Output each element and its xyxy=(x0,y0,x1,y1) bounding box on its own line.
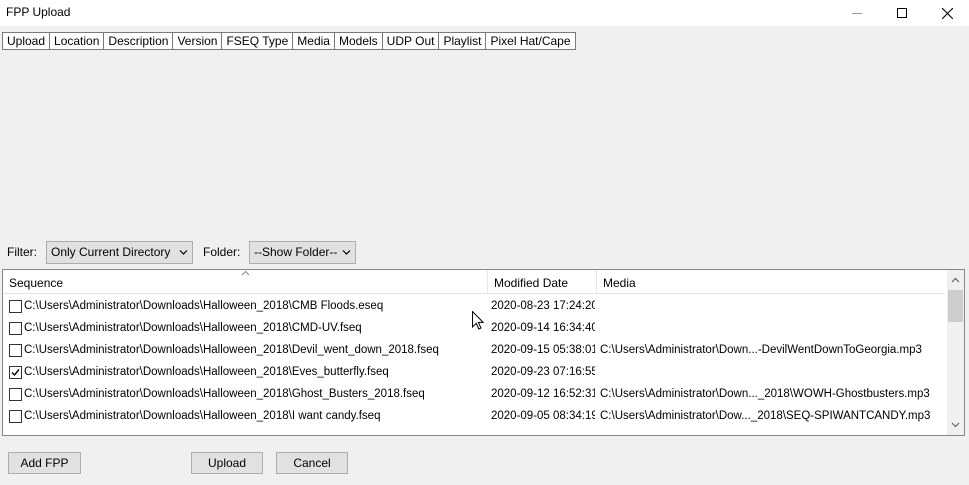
minimize-icon xyxy=(852,13,862,14)
mouse-cursor-icon xyxy=(472,311,484,330)
row-checkbox[interactable] xyxy=(9,410,22,423)
instance-column-header[interactable]: Playlist xyxy=(438,32,487,50)
folder-value: --Show Folder-- xyxy=(254,245,338,259)
scroll-down-icon[interactable] xyxy=(951,422,960,428)
scroll-up-icon[interactable] xyxy=(951,277,960,283)
row-media: C:\Users\Administrator\Down...-DevilWent… xyxy=(600,344,922,356)
folder-dropdown[interactable]: --Show Folder-- xyxy=(249,241,356,264)
table-row[interactable]: C:\Users\Administrator\Downloads\Hallowe… xyxy=(3,405,945,427)
add-fpp-button[interactable]: Add FPP xyxy=(8,452,81,474)
filter-value: Only Current Directory xyxy=(51,245,171,259)
row-media: C:\Users\Administrator\Down..._2018\WOWH… xyxy=(600,388,930,400)
row-sequence-path: C:\Users\Administrator\Downloads\Hallowe… xyxy=(24,388,425,400)
row-modified-date: 2020-09-12 16:52:31 xyxy=(491,388,595,400)
row-checkbox[interactable] xyxy=(9,300,22,313)
instance-column-header[interactable]: UDP Out xyxy=(381,32,440,50)
window-title: FPP Upload xyxy=(6,5,71,19)
column-header-media[interactable]: Media xyxy=(597,270,945,294)
row-modified-date: 2020-09-15 05:38:01 xyxy=(491,344,595,356)
row-media: C:\Users\Administrator\Dow..._2018\SEQ-S… xyxy=(600,410,931,422)
table-row[interactable]: C:\Users\Administrator\Downloads\Hallowe… xyxy=(3,339,945,361)
instance-column-header[interactable]: Pixel Hat/Cape xyxy=(485,32,576,50)
close-icon xyxy=(941,7,953,19)
row-modified-date: 2020-08-23 17:24:20 xyxy=(491,300,595,312)
maximize-button[interactable] xyxy=(879,0,925,26)
instance-column-header[interactable]: Location xyxy=(49,32,105,50)
row-checkbox[interactable] xyxy=(9,366,22,379)
row-modified-date: 2020-09-05 08:34:19 xyxy=(491,410,595,422)
instance-column-header[interactable]: Upload xyxy=(2,32,51,50)
table-row[interactable]: C:\Users\Administrator\Downloads\Hallowe… xyxy=(3,361,945,383)
filter-dropdown[interactable]: Only Current Directory xyxy=(46,241,193,264)
row-modified-date: 2020-09-23 07:16:55 xyxy=(491,366,595,378)
list-header: Sequence Modified Date Media xyxy=(3,270,945,294)
row-modified-date: 2020-09-14 16:34:40 xyxy=(491,322,595,334)
instance-column-header[interactable]: FSEQ Type xyxy=(221,32,294,50)
window-client: Upload Location Description Version FSEQ… xyxy=(0,26,969,485)
chevron-down-icon xyxy=(342,250,351,255)
row-sequence-path: C:\Users\Administrator\Downloads\Hallowe… xyxy=(24,300,384,312)
close-button[interactable] xyxy=(924,0,969,26)
upload-button[interactable]: Upload xyxy=(191,452,263,474)
row-checkbox[interactable] xyxy=(9,322,22,335)
filter-label: Filter: xyxy=(7,245,37,259)
scrollbar-thumb[interactable] xyxy=(948,290,963,322)
instance-column-header[interactable]: Models xyxy=(333,32,383,50)
checkmark-icon xyxy=(11,369,20,377)
sequence-list[interactable]: Sequence Modified Date Media C:\Users\Ad… xyxy=(2,269,965,436)
folder-label: Folder: xyxy=(203,245,241,259)
row-checkbox[interactable] xyxy=(9,344,22,357)
maximize-icon xyxy=(897,8,907,18)
minimize-button[interactable] xyxy=(834,0,880,26)
cancel-button[interactable]: Cancel xyxy=(276,452,348,474)
row-sequence-path: C:\Users\Administrator\Downloads\Hallowe… xyxy=(24,410,381,422)
row-sequence-path: C:\Users\Administrator\Downloads\Hallowe… xyxy=(24,366,389,378)
instance-column-header[interactable]: Version xyxy=(172,32,223,50)
row-checkbox[interactable] xyxy=(9,388,22,401)
instance-column-header[interactable]: Media xyxy=(292,32,335,50)
row-sequence-path: C:\Users\Administrator\Downloads\Hallowe… xyxy=(24,344,439,356)
vertical-scrollbar[interactable] xyxy=(947,270,964,435)
table-row[interactable]: C:\Users\Administrator\Downloads\Hallowe… xyxy=(3,383,945,405)
sort-ascending-icon xyxy=(241,270,250,276)
chevron-down-icon xyxy=(179,250,188,255)
instance-column-header[interactable]: Description xyxy=(103,32,174,50)
row-sequence-path: C:\Users\Administrator\Downloads\Hallowe… xyxy=(24,322,362,334)
fpp-instances-header: Upload Location Description Version FSEQ… xyxy=(2,32,576,50)
column-header-modified-date[interactable]: Modified Date xyxy=(488,270,597,294)
title-bar: FPP Upload xyxy=(0,0,969,26)
